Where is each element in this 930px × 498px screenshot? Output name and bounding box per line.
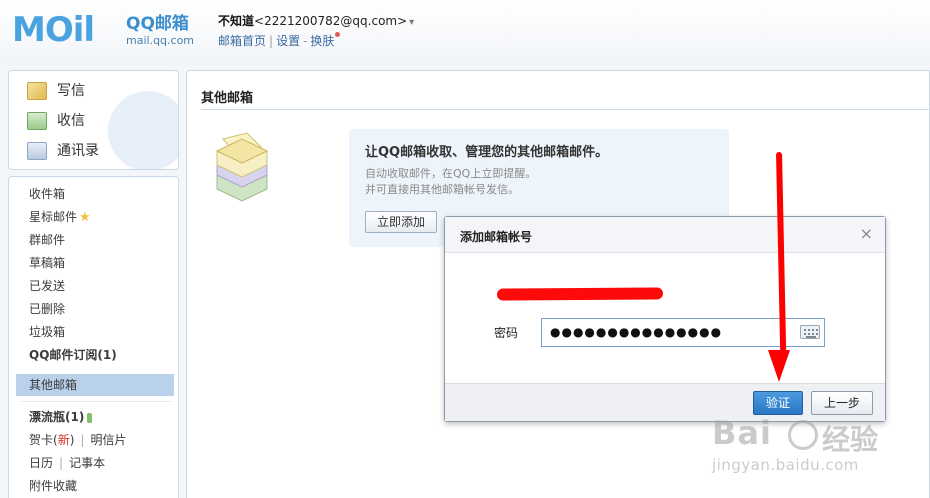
mail-home-link[interactable]: 邮箱首页	[218, 34, 266, 48]
folder-other-mailbox[interactable]: 其他邮箱	[29, 375, 77, 395]
close-icon[interactable]: ×	[860, 225, 873, 243]
folder-sent[interactable]: 已发送	[29, 276, 65, 296]
add-account-dialog: 添加邮箱帐号 × 密码 ●●●●●●●●●●●●●●● 验证 上一步	[444, 216, 886, 422]
top-links: 邮箱首页 | 设置 - 换肤	[218, 32, 341, 49]
dialog-header: 添加邮箱帐号 ×	[445, 217, 885, 253]
penguin-watermark	[108, 91, 178, 169]
redacted-account-field	[496, 287, 664, 301]
password-label: 密码	[494, 326, 519, 340]
folder-starred-label: 星标邮件	[29, 210, 78, 224]
link-separator: |	[59, 456, 64, 470]
link-separator: |	[269, 34, 274, 48]
baidu-jingyan-watermark: Bai 经验 jingyan.baidu.com	[706, 414, 926, 498]
user-name: 不知道	[218, 14, 255, 28]
cards-row: 贺卡(新) | 明信片	[29, 430, 126, 450]
mailbox-stack-icon	[215, 132, 269, 202]
folder-inbox[interactable]: 收件箱	[29, 184, 65, 204]
new-tag: 新	[57, 433, 70, 447]
greeting-card-suffix: )	[69, 433, 75, 447]
watermark-brand-cn: 经验	[822, 423, 879, 456]
keyboard-icon[interactable]	[800, 325, 820, 339]
folder-drift-bottle[interactable]: 漂流瓶(1)	[29, 407, 93, 427]
watermark-url: jingyan.baidu.com	[712, 456, 859, 474]
folder-list: 收件箱 星标邮件 ★ 群邮件 草稿箱 已发送 已删除 垃圾箱 QQ邮件订阅(1) …	[8, 176, 179, 498]
verify-button[interactable]: 验证	[753, 391, 803, 415]
logo-subtitle: QQ邮箱 mail.qq.com	[126, 14, 194, 48]
folder-deleted[interactable]: 已删除	[29, 299, 65, 319]
password-value: ●●●●●●●●●●●●●●●	[550, 325, 723, 339]
link-separator: |	[80, 433, 85, 447]
settings-link[interactable]: 设置	[276, 34, 300, 48]
receive-mail-button[interactable]: 收信	[27, 109, 85, 133]
folder-group[interactable]: 群邮件	[29, 230, 65, 250]
star-icon: ★	[79, 210, 91, 225]
add-now-button[interactable]: 立即添加	[365, 211, 437, 233]
folder-drafts[interactable]: 草稿箱	[29, 253, 65, 273]
write-mail-label: 写信	[57, 83, 85, 99]
promo-description-2: 并可直接用其他邮箱帐号发信。	[365, 183, 519, 196]
back-button[interactable]: 上一步	[811, 391, 873, 415]
title-divider	[201, 109, 930, 110]
calendar-link[interactable]: 日历	[29, 456, 53, 470]
folder-subscriptions[interactable]: QQ邮件订阅(1)	[29, 345, 117, 365]
postcard-link[interactable]: 明信片	[90, 433, 126, 447]
greeting-card-link[interactable]: 贺卡(新)	[29, 433, 74, 447]
folder-attachments[interactable]: 附件收藏	[29, 476, 77, 496]
product-name: QQ邮箱	[126, 14, 189, 34]
skin-link[interactable]: 换肤	[310, 34, 334, 48]
pencil-icon	[27, 82, 47, 100]
link-separator: -	[303, 34, 308, 48]
quick-actions-panel: 写信 收信 通讯录	[8, 70, 179, 170]
receive-mail-label: 收信	[57, 113, 85, 129]
write-mail-button[interactable]: 写信	[27, 79, 85, 103]
product-domain: mail.qq.com	[126, 34, 195, 47]
new-badge-dot	[335, 32, 341, 37]
notebook-link[interactable]: 记事本	[69, 456, 105, 470]
user-email: <2221200782@qq.com>	[254, 14, 408, 28]
logo-wordmark: MOil	[12, 10, 95, 50]
tools-row: 日历 | 记事本	[29, 453, 105, 473]
watermark-brand: Bai	[712, 414, 772, 452]
page-title: 其他邮箱	[201, 91, 254, 106]
dialog-title: 添加邮箱帐号	[460, 230, 533, 244]
folder-divider	[21, 401, 171, 402]
promo-description-1: 自动收取邮件，在QQ上立即提醒。	[365, 167, 537, 180]
qq-mail-logo[interactable]: MOil QQ邮箱 mail.qq.com	[12, 10, 212, 50]
top-header: MOil QQ邮箱 mail.qq.com 不知道<2221200782@qq.…	[0, 0, 930, 66]
drift-bottle-label: 漂流瓶(1)	[29, 410, 85, 424]
bottle-icon	[87, 412, 93, 423]
greeting-card-label: 贺卡(	[29, 433, 58, 447]
contacts-button[interactable]: 通讯录	[27, 139, 99, 163]
contacts-label: 通讯录	[57, 143, 99, 159]
paw-icon	[788, 420, 818, 450]
download-tray-icon	[27, 112, 47, 130]
chevron-down-icon[interactable]: ▾	[409, 17, 414, 28]
promo-title: 让QQ邮箱收取、管理您的其他邮箱邮件。	[365, 145, 609, 160]
folder-spam[interactable]: 垃圾箱	[29, 322, 65, 342]
account-switcher[interactable]: 不知道<2221200782@qq.com> ▾	[218, 12, 414, 29]
annotation-arrow-head-icon	[768, 350, 790, 382]
address-book-icon	[27, 142, 47, 160]
folder-starred[interactable]: 星标邮件 ★	[29, 207, 91, 227]
